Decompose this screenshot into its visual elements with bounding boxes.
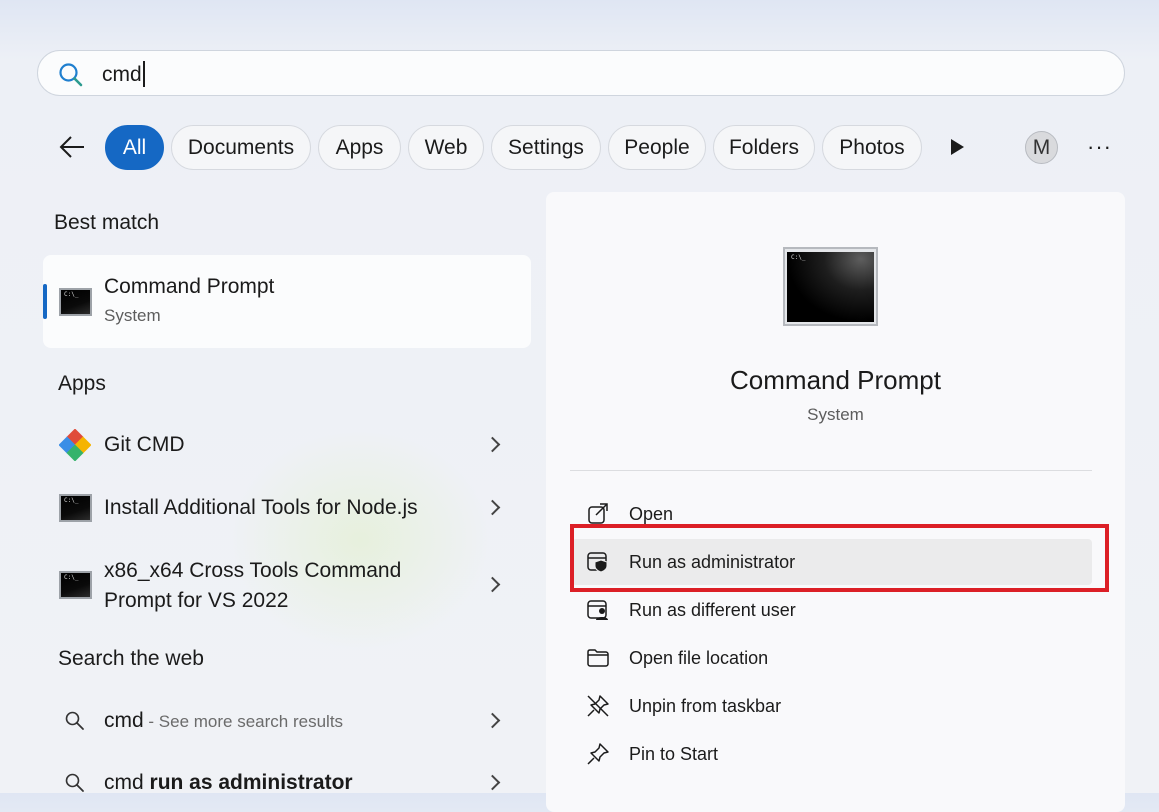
avatar[interactable]: M [1025,131,1058,164]
git-icon [59,429,91,461]
filter-web[interactable]: Web [408,125,484,170]
search-box[interactable]: cmd [37,50,1125,96]
back-arrow-icon[interactable] [58,132,88,162]
filter-folders[interactable]: Folders [713,125,815,170]
user-icon [587,600,608,620]
command-prompt-icon: C:\_ [59,571,92,599]
filter-apps[interactable]: Apps [318,125,401,170]
app-title: Git CMD [104,433,185,456]
chevron-right-icon[interactable] [484,499,501,516]
action-run-as-different-user[interactable]: Run as different user [572,587,1092,633]
best-match-item[interactable] [43,255,531,348]
text-cursor [142,61,145,87]
apps-heading: Apps [58,372,106,395]
unpin-icon [587,695,609,717]
chevron-right-icon[interactable] [484,576,501,593]
chevron-right-icon[interactable] [484,436,501,453]
command-prompt-icon: C:\_ [59,494,92,522]
chevron-right-icon[interactable] [484,712,501,729]
play-icon[interactable] [951,139,964,155]
chevron-right-icon[interactable] [484,774,501,791]
filter-all[interactable]: All [105,125,164,170]
search-web-heading: Search the web [58,647,204,670]
search-input[interactable]: cmd [102,61,145,87]
app-title-line1: x86_x64 Cross Tools Command [104,559,402,582]
action-open-file-location[interactable]: Open file location [572,635,1092,681]
more-options-icon[interactable]: ··· [1087,134,1112,160]
search-icon [65,711,84,730]
highlight-box [570,524,1109,592]
background-glow [230,430,490,650]
command-prompt-large-icon: C:\_ [783,247,878,326]
divider [570,470,1092,471]
filter-documents[interactable]: Documents [171,125,311,170]
web-result-text: cmd run as administrator [104,771,353,794]
filter-photos[interactable]: Photos [822,125,922,170]
open-external-icon [588,503,608,524]
command-prompt-icon: C:\_ [59,288,92,316]
best-match-heading: Best match [54,211,160,234]
search-icon [59,63,83,87]
details-title: Command Prompt [730,365,941,395]
filter-people[interactable]: People [608,125,706,170]
filter-settings[interactable]: Settings [491,125,601,170]
search-icon [65,773,84,792]
web-result-text: cmd - See more search results [104,709,344,732]
pin-icon [587,743,609,765]
details-subtitle: System [807,405,864,424]
best-match-title: Command Prompt [104,275,275,298]
app-title-line2: Prompt for VS 2022 [104,589,289,612]
action-unpin-from-taskbar[interactable]: Unpin from taskbar [572,683,1092,729]
selection-indicator [43,284,47,319]
action-pin-to-start[interactable]: Pin to Start [572,731,1092,777]
folder-icon [587,649,609,667]
app-title: Install Additional Tools for Node.js [104,496,418,519]
best-match-subtitle: System [104,306,161,325]
